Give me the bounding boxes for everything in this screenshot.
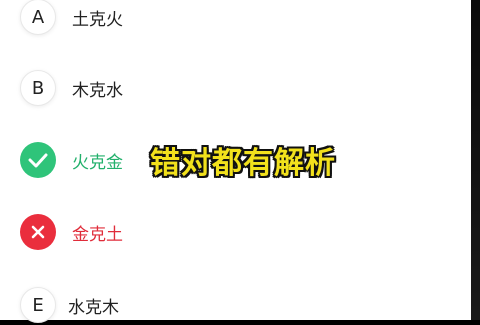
overlay-caption: 错对都有解析 — [150, 146, 336, 181]
option-d-wrong[interactable]: 金克土 — [20, 212, 320, 252]
option-b[interactable]: B 木克水 — [20, 68, 320, 108]
quiz-panel: A 土克火 B 木克水 火克金 金克土 E 水克木 错对都有解析 — [0, 0, 471, 323]
cross-icon — [20, 214, 56, 250]
option-text: 水克木 — [68, 297, 119, 318]
check-icon — [20, 142, 56, 178]
dark-edge — [471, 0, 480, 320]
option-e[interactable]: E 水克木 — [20, 285, 320, 325]
option-text: 金克土 — [72, 224, 123, 245]
option-text: 火克金 — [72, 152, 123, 173]
option-a[interactable]: A 土克火 — [20, 0, 320, 37]
option-text: 木克水 — [72, 80, 123, 101]
option-letter-badge: B — [20, 70, 56, 106]
option-text: 土克火 — [72, 9, 123, 30]
option-letter: B — [31, 77, 45, 99]
option-letter-badge: A — [20, 0, 56, 35]
option-letter: E — [32, 294, 44, 316]
option-letter: A — [31, 6, 45, 28]
option-letter-badge: E — [20, 287, 56, 323]
